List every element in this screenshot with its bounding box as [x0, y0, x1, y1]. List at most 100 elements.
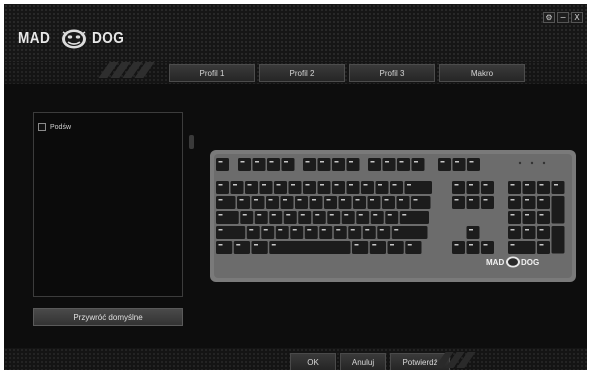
keyboard-key	[452, 241, 465, 254]
keyboard-key	[216, 211, 239, 224]
keyboard-key	[467, 158, 480, 171]
decorative-stripes	[98, 62, 155, 78]
key-legend	[407, 184, 411, 186]
keyboard-key	[216, 226, 246, 239]
keyboard-key	[377, 226, 391, 239]
keyboard-image[interactable]: MAD DOG	[208, 136, 578, 284]
tab-makro[interactable]: Makro	[439, 64, 525, 82]
keyboard-key	[396, 196, 410, 209]
keyboard-key	[332, 158, 345, 171]
ok-button[interactable]: OK	[290, 353, 336, 370]
keyboard-key	[304, 226, 318, 239]
indicator-led	[530, 161, 534, 165]
keyboard-key	[269, 211, 283, 224]
keyboard-key	[281, 158, 295, 171]
keyboard-key	[303, 181, 316, 194]
keyboard-key	[274, 181, 287, 194]
key-legend	[455, 161, 459, 163]
keyboard-key	[537, 241, 550, 254]
close-button[interactable]: X	[571, 12, 583, 23]
key-legend	[271, 214, 276, 216]
key-legend	[334, 184, 339, 186]
restore-defaults-button[interactable]: Przywróć domyślne	[33, 308, 183, 326]
key-legend	[236, 244, 241, 246]
key-legend	[349, 184, 353, 186]
key-legend	[539, 229, 544, 231]
key-legend	[233, 184, 237, 186]
indicator-led	[542, 161, 546, 165]
cancel-button[interactable]: Anuluj	[340, 353, 386, 370]
keyboard-key	[466, 181, 480, 194]
key-legend	[329, 214, 334, 216]
keyboard-key	[238, 158, 251, 171]
backlight-label: Podśw	[50, 123, 72, 131]
bulldog-icon	[61, 29, 86, 49]
minimize-button[interactable]: −	[557, 12, 569, 23]
keyboard-key	[508, 226, 521, 239]
key-legend	[372, 244, 377, 246]
keyboard-dog-icon	[506, 256, 520, 268]
key-legend	[218, 184, 223, 186]
keyboard-key	[312, 211, 326, 224]
key-legend	[344, 214, 349, 216]
key-legend	[334, 161, 339, 163]
keyboard-key	[341, 211, 355, 224]
key-legend	[349, 161, 353, 163]
dialog-buttons: OK Anuluj Potwierdź	[290, 353, 450, 370]
key-legend	[510, 199, 515, 201]
keyboard-key	[411, 196, 431, 209]
key-legend	[218, 229, 223, 231]
keyboard-key	[275, 226, 289, 239]
keyboard-key	[522, 226, 536, 239]
keyboard-key	[466, 226, 480, 239]
key-legend	[269, 161, 274, 163]
key-legend	[384, 199, 389, 201]
keyboard-key	[370, 211, 384, 224]
key-legend	[454, 184, 459, 186]
settings-icon[interactable]: ⚙	[543, 12, 555, 23]
key-legend	[413, 199, 418, 201]
decorative-stripes-bottom	[434, 352, 476, 368]
keyboard-key	[332, 181, 345, 194]
keyboard-key	[452, 181, 465, 194]
key-legend	[276, 184, 281, 186]
key-legend	[254, 244, 258, 246]
key-legend	[218, 161, 223, 163]
key-legend	[399, 161, 404, 163]
key-legend	[254, 199, 258, 201]
tab-profil-1[interactable]: Profil 1	[169, 64, 255, 82]
key-legend	[510, 244, 515, 246]
keyboard-key	[352, 241, 369, 254]
keyboard-key	[280, 196, 294, 209]
tab-profil-2[interactable]: Profil 2	[259, 64, 345, 82]
key-legend	[283, 199, 287, 201]
keyboard-key	[333, 226, 347, 239]
tab-profil-3[interactable]: Profil 3	[349, 64, 435, 82]
keyboard-logo-right: DOG	[521, 258, 539, 267]
backlight-checkbox[interactable]	[38, 123, 46, 131]
key-legend	[525, 199, 529, 201]
key-legend	[407, 244, 412, 246]
key-legend	[469, 229, 473, 231]
key-legend	[378, 184, 382, 186]
key-legend	[271, 244, 276, 246]
keyboard-key	[251, 241, 268, 254]
keyboard-key	[269, 241, 351, 254]
keyboard-key	[466, 241, 480, 254]
key-legend	[278, 229, 283, 231]
logo-text-right: DOG	[91, 30, 125, 47]
key-legend	[385, 161, 389, 163]
keyboard-key	[295, 196, 308, 209]
key-legend	[539, 199, 544, 201]
key-legend	[341, 199, 345, 201]
key-legend	[218, 199, 223, 201]
window-controls: ⚙ − X	[543, 12, 583, 23]
keyboard-key	[346, 181, 360, 194]
keyboard-key	[261, 226, 275, 239]
keyboard-key	[346, 158, 360, 171]
keyboard-key	[537, 226, 550, 239]
backlight-option[interactable]: Podśw	[38, 123, 71, 131]
key-legend	[320, 161, 324, 163]
keyboard-key	[240, 211, 254, 224]
key-legend	[239, 199, 244, 201]
